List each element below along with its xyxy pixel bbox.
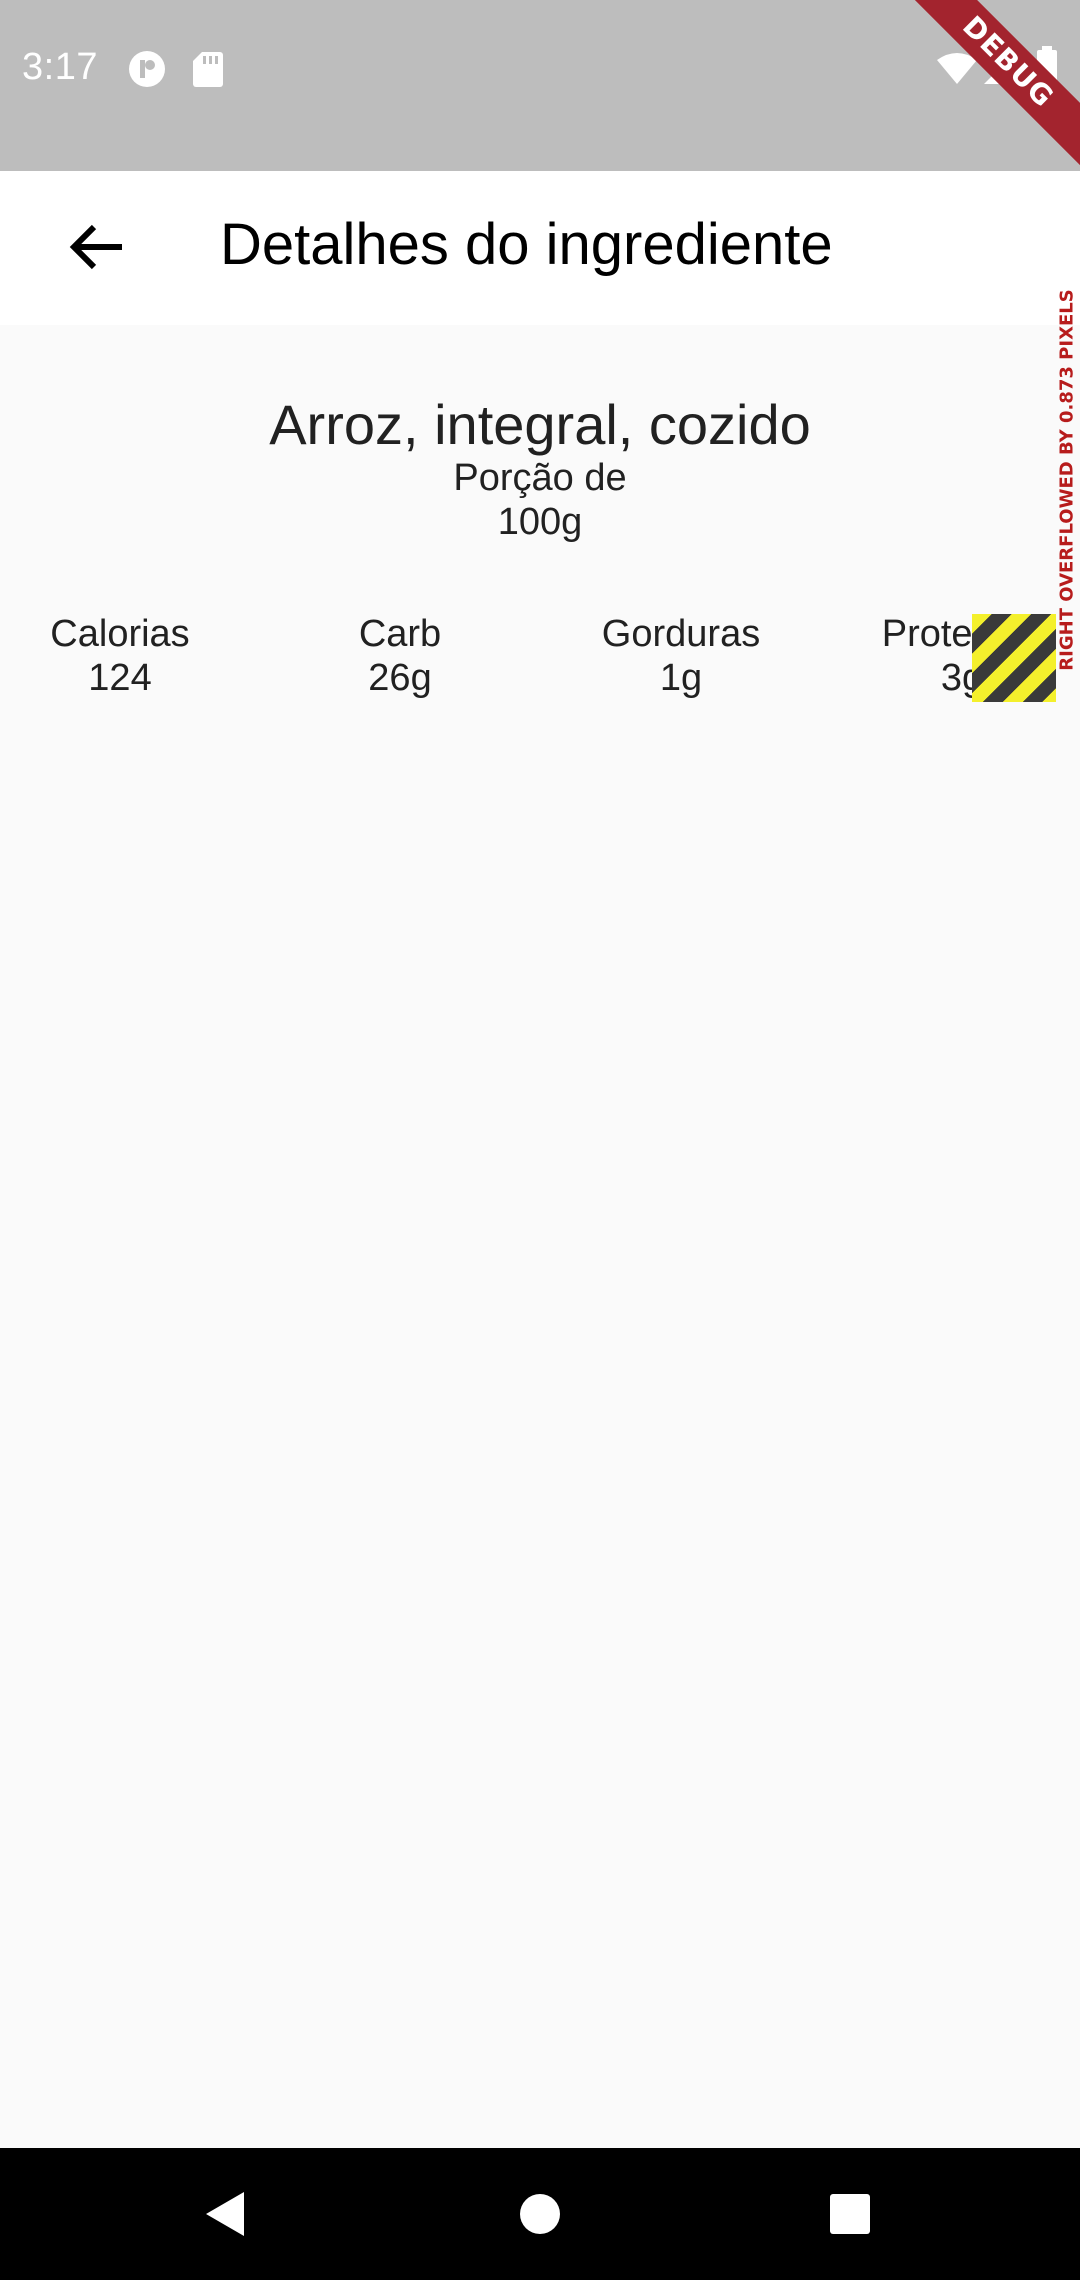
nutrient-value: 1g [659,657,703,699]
app-bar: Detalhes do ingrediente [0,171,1080,325]
portion-value: 100g [497,501,583,543]
page-title: Detalhes do ingrediente [220,212,833,277]
nutrient-label: Carb [358,613,442,655]
overflow-warning-text: RIGHT OVERFLOWED BY 0.873 PIXELS [1056,289,1078,671]
status-bar: 3:17 DEBUG [0,0,1080,171]
nutrient-value: 26g [368,657,432,699]
back-triangle-icon [204,2190,248,2243]
nutrient-label: Calorias [50,613,190,655]
nav-back-button[interactable] [186,2176,266,2256]
ingredient-name: Arroz, integral, cozido [269,393,811,456]
nav-bar [0,2148,1080,2280]
debug-label: DEBUG [900,0,1080,170]
nav-recents-button[interactable] [810,2176,890,2256]
status-time: 3:17 [22,46,98,88]
overflow-indicator [972,614,1056,702]
nutrient-value: 124 [88,657,152,699]
portion-label: Porção de [453,457,627,499]
debug-banner: DEBUG [880,0,1080,200]
home-circle-icon [519,2193,561,2240]
recents-square-icon [829,2193,871,2240]
nutrient-fat: Gorduras 1g [561,612,801,700]
back-button[interactable] [48,201,144,297]
cast-icon [128,50,166,93]
screen: 3:17 DEBUG Detalhes do ingrediente Arroz… [0,0,1080,2280]
sd-card-icon [192,50,224,93]
nutrient-label: Gorduras [601,613,761,655]
nav-home-button[interactable] [500,2176,580,2256]
nutrient-calories: Calorias 124 [0,612,240,700]
nutrient-carb: Carb 26g [280,612,520,700]
arrow-back-icon [66,217,126,282]
